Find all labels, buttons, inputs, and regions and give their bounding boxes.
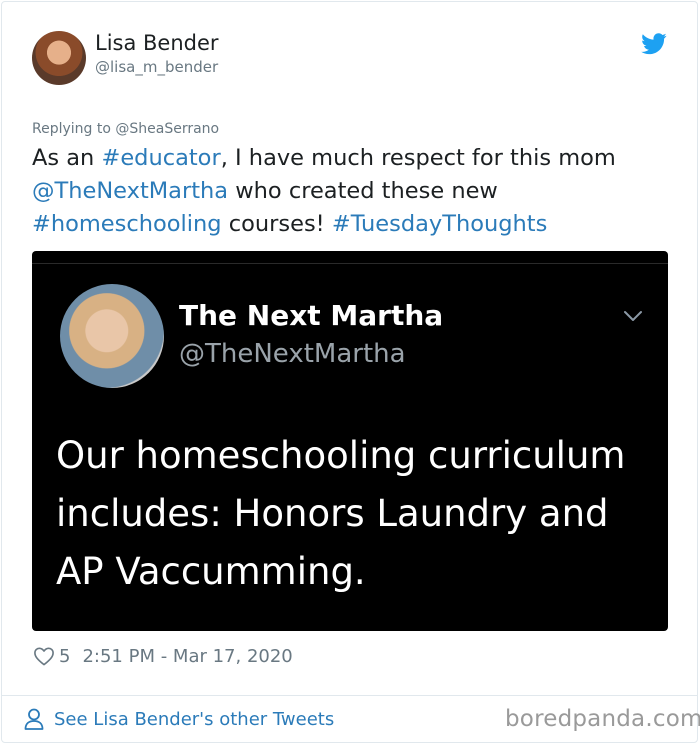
author-name[interactable]: Lisa Bender (95, 31, 219, 55)
footer-divider (1, 695, 698, 696)
like-count[interactable]: 5 (59, 646, 70, 667)
tweet-text-segment: who created these new (228, 178, 498, 204)
person-icon (24, 708, 44, 730)
embedded-avatar (60, 284, 164, 388)
timestamp[interactable]: 2:51 PM - Mar 17, 2020 (82, 646, 292, 667)
tweet-meta: 5 2:51 PM - Mar 17, 2020 (33, 644, 293, 668)
replying-to[interactable]: Replying to @SheaSerrano (32, 121, 219, 137)
see-other-tweets-label[interactable]: See Lisa Bender's other Tweets (54, 709, 334, 730)
embedded-handle: @TheNextMartha (179, 339, 406, 369)
hashtag-link[interactable]: #educator (101, 145, 220, 171)
chevron-down-icon (624, 311, 642, 321)
tweet-text: As an #educator, I have much respect for… (32, 142, 672, 241)
author-handle[interactable]: @lisa_m_bender (95, 58, 218, 76)
mention-link[interactable]: @TheNextMartha (32, 178, 228, 204)
see-other-tweets-link[interactable]: See Lisa Bender's other Tweets (24, 707, 334, 731)
tweet-text-segment: , I have much respect for this mom (220, 145, 616, 171)
embedded-tweet-image[interactable]: The Next Martha @TheNextMartha Our homes… (32, 251, 668, 631)
embedded-name: The Next Martha (179, 299, 444, 332)
divider (32, 263, 668, 264)
tweet-text-segment: courses! (221, 211, 332, 237)
embedded-text: Our homeschooling curriculum includes: H… (56, 434, 626, 593)
watermark: boredpanda.com (505, 706, 700, 732)
hashtag-link[interactable]: #TuesdayThoughts (332, 211, 548, 237)
tweet-text-segment: As an (32, 145, 102, 171)
heart-icon[interactable] (33, 646, 55, 666)
author-avatar[interactable] (32, 31, 86, 85)
hashtag-link[interactable]: #homeschooling (32, 211, 222, 237)
twitter-bird-icon[interactable] (641, 33, 667, 55)
